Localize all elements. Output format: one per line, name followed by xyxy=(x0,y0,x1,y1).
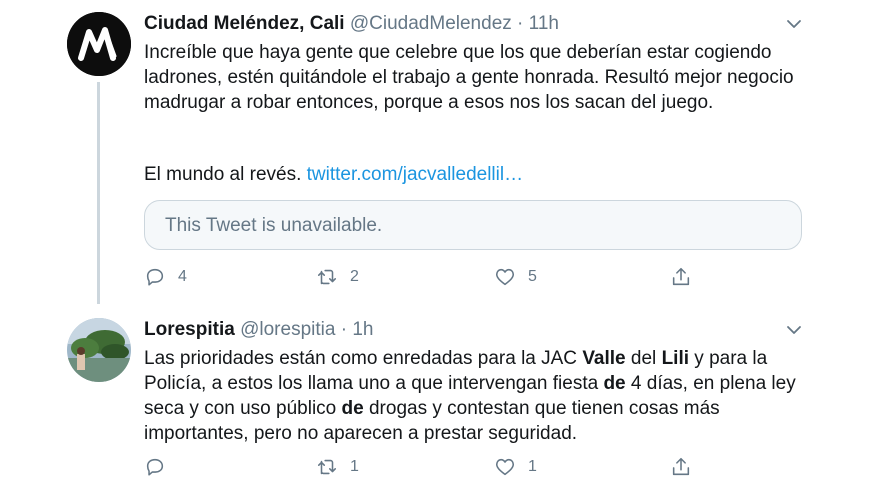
separator: · xyxy=(340,319,348,340)
text-highlight: Lili xyxy=(661,348,690,369)
text-segment: del xyxy=(625,348,662,369)
timestamp[interactable]: 11h xyxy=(529,13,559,34)
retweet-count: 1 xyxy=(350,458,359,475)
chevron-down-icon[interactable] xyxy=(786,322,802,338)
avatar[interactable] xyxy=(67,12,131,76)
author-handle[interactable]: @CiudadMelendez xyxy=(350,13,512,34)
retweet-count: 2 xyxy=(350,268,359,285)
like-icon xyxy=(495,268,515,286)
share-icon xyxy=(672,267,690,286)
tweet-actions: 1 1 xyxy=(144,455,704,479)
avatar[interactable] xyxy=(67,318,131,382)
like-icon xyxy=(495,458,515,476)
tweet-actions: 4 2 5 xyxy=(144,265,704,289)
like-button[interactable]: 1 xyxy=(494,455,537,479)
thread-line xyxy=(97,82,100,304)
retweet-button[interactable]: 1 xyxy=(316,455,359,479)
like-count: 5 xyxy=(528,268,537,285)
retweet-button[interactable]: 2 xyxy=(316,265,359,289)
text-highlight: Valle xyxy=(582,348,626,369)
timestamp[interactable]: 1h xyxy=(352,319,373,340)
share-button[interactable] xyxy=(670,455,692,479)
text-segment: Las prioridades están como enredadas par… xyxy=(144,348,583,369)
tweet-text-line: El mundo al revés. twitter.com/jacvalled… xyxy=(144,162,523,187)
author-name[interactable]: Ciudad Meléndez, Cali xyxy=(144,13,345,34)
share-button[interactable] xyxy=(670,265,692,289)
like-button[interactable]: 5 xyxy=(494,265,537,289)
quoted-tweet[interactable]: This Tweet is unavailable. xyxy=(144,200,802,250)
reply-count: 4 xyxy=(178,268,187,285)
reply-button[interactable]: 4 xyxy=(144,265,187,289)
tweet[interactable]: Ciudad Meléndez, Cali @CiudadMelendez · … xyxy=(0,0,880,304)
like-count: 1 xyxy=(528,458,537,475)
text-highlight: de xyxy=(603,373,626,394)
avatar-logo-icon xyxy=(67,12,131,76)
avatar-photo-icon xyxy=(67,318,131,382)
tweet[interactable]: Lorespitia @lorespitia · 1h Las priorida… xyxy=(0,304,880,495)
retweet-icon xyxy=(317,269,337,285)
text-highlight: de xyxy=(341,398,364,419)
tweet-header: Ciudad Meléndez, Cali @CiudadMelendez · … xyxy=(144,12,559,36)
tweet-header: Lorespitia @lorespitia · 1h xyxy=(144,318,373,342)
share-icon xyxy=(672,457,690,476)
reply-icon xyxy=(146,458,164,476)
separator: · xyxy=(517,13,524,34)
tweet-text: Increíble que haya gente que celebre que… xyxy=(144,42,794,113)
retweet-icon xyxy=(317,459,337,475)
quoted-tweet-text: This Tweet is unavailable. xyxy=(165,215,383,236)
author-name[interactable]: Lorespitia xyxy=(144,319,235,340)
reply-icon xyxy=(146,268,164,286)
chevron-down-icon[interactable] xyxy=(786,16,802,32)
reply-button[interactable] xyxy=(144,455,178,479)
tweet-text: Las prioridades están como enredadas par… xyxy=(144,346,824,446)
tweet-text-prefix: El mundo al revés. xyxy=(144,164,302,185)
tweet-link[interactable]: twitter.com/jacvalledellil… xyxy=(307,164,523,185)
author-handle[interactable]: @lorespitia xyxy=(240,319,335,340)
